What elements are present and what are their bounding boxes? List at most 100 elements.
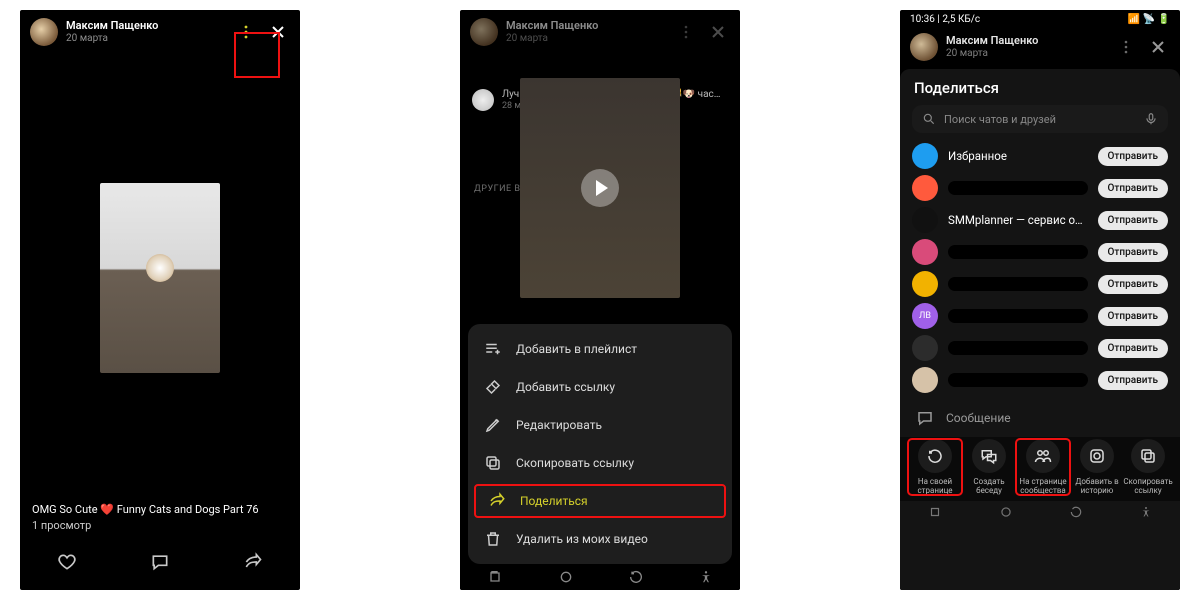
post-date: 20 марта xyxy=(66,33,226,45)
highlight-more-button xyxy=(234,32,280,78)
story-header: Максим Пащенко 20 марта xyxy=(900,25,1180,69)
comment-icon[interactable] xyxy=(150,552,170,572)
search-placeholder: Поиск чатов и друзей xyxy=(944,113,1136,126)
send-button[interactable]: Отправить xyxy=(1098,339,1168,358)
contact-avatar xyxy=(912,239,938,265)
trash-icon xyxy=(484,530,502,548)
action-create-chat[interactable]: Создать беседу xyxy=(962,439,1016,495)
send-button[interactable]: Отправить xyxy=(1098,307,1168,326)
status-bar: 10:36 | 2,5 КБ/с 📶 📡 🔋 xyxy=(900,10,1180,25)
mic-icon[interactable] xyxy=(1144,112,1158,126)
action-own-page[interactable]: На своей странице xyxy=(908,439,962,495)
action-add-story[interactable]: Добавить в историю xyxy=(1070,439,1124,495)
copy-icon xyxy=(1139,447,1157,465)
redacted-name xyxy=(948,309,1088,323)
close-button[interactable] xyxy=(706,20,730,44)
like-icon[interactable] xyxy=(57,552,77,572)
close-icon xyxy=(710,24,726,40)
contact-row[interactable]: Отправить xyxy=(912,175,1168,201)
message-input[interactable]: Сообщение xyxy=(900,399,1180,437)
search-icon xyxy=(922,112,936,126)
menu-share[interactable]: Поделиться xyxy=(472,482,728,520)
more-vertical-icon xyxy=(1118,39,1134,55)
author-name[interactable]: Максим Пащенко xyxy=(66,19,226,32)
comment-icon xyxy=(916,409,934,427)
contact-row[interactable]: ЛВОтправить xyxy=(912,303,1168,329)
send-button[interactable]: Отправить xyxy=(1098,275,1168,294)
accessibility-icon[interactable] xyxy=(1140,506,1152,518)
contact-name: Избранное xyxy=(948,149,1088,163)
contact-row[interactable]: Отправить xyxy=(912,239,1168,265)
video-area[interactable] xyxy=(20,54,300,502)
screenshot-1: Максим Пащенко 20 марта OMG So Cute ❤️ F… xyxy=(20,10,300,590)
group-icon xyxy=(1034,447,1052,465)
more-vertical-icon xyxy=(678,24,694,40)
menu-add-link[interactable]: Добавить ссылку xyxy=(468,368,732,406)
contact-avatar xyxy=(912,367,938,393)
send-button[interactable]: Отправить xyxy=(1098,147,1168,166)
recents-icon[interactable] xyxy=(487,569,503,585)
contact-avatar xyxy=(912,175,938,201)
home-icon[interactable] xyxy=(558,569,574,585)
author-name[interactable]: Максим Пащенко xyxy=(946,34,1106,47)
contact-list: ИзбранноеОтправитьОтправитьSMMplanner — … xyxy=(900,143,1180,399)
close-button[interactable] xyxy=(1146,35,1170,59)
avatar[interactable] xyxy=(910,33,938,61)
back-icon[interactable] xyxy=(1069,505,1083,519)
clock: 10:36 xyxy=(910,14,935,25)
contact-row[interactable]: Отправить xyxy=(912,367,1168,393)
net-speed: 2,5 КБ/с xyxy=(942,14,980,25)
view-count: 1 просмотр xyxy=(32,519,288,532)
home-icon[interactable] xyxy=(999,505,1013,519)
post-date: 20 марта xyxy=(506,33,666,45)
search-input[interactable]: Поиск чатов и друзей xyxy=(912,105,1168,133)
android-nav-bar xyxy=(900,501,1180,523)
action-community-page[interactable]: На странице сообщества xyxy=(1016,439,1070,495)
send-button[interactable]: Отправить xyxy=(1098,371,1168,390)
copy-icon xyxy=(484,454,502,472)
recents-icon[interactable] xyxy=(928,505,942,519)
more-options-button[interactable] xyxy=(1114,35,1138,59)
android-nav-bar xyxy=(460,564,740,590)
post-date: 20 марта xyxy=(946,48,1106,60)
refresh-icon xyxy=(926,447,944,465)
send-button[interactable]: Отправить xyxy=(1098,211,1168,230)
screenshot-3: 10:36 | 2,5 КБ/с 📶 📡 🔋 Максим Пащенко 20… xyxy=(900,10,1180,590)
contact-avatar xyxy=(912,271,938,297)
video-preview[interactable] xyxy=(520,78,680,298)
playlist-add-icon xyxy=(484,340,502,358)
story-header: Максим Пащенко 20 марта xyxy=(460,10,740,54)
action-copy-link[interactable]: Скопировать ссылку xyxy=(1124,439,1172,495)
contact-row[interactable]: Избранное Отправить xyxy=(912,143,1168,169)
contact-avatar xyxy=(912,207,938,233)
avatar[interactable] xyxy=(30,18,58,46)
contact-avatar xyxy=(912,335,938,361)
options-sheet: Добавить в плейлист Добавить ссылку Реда… xyxy=(468,324,732,564)
send-button[interactable]: Отправить xyxy=(1098,179,1168,198)
status-icons: 📶 📡 🔋 xyxy=(1128,14,1170,25)
share-icon xyxy=(488,492,506,510)
menu-add-to-playlist[interactable]: Добавить в плейлист xyxy=(468,330,732,368)
back-icon[interactable] xyxy=(628,569,644,585)
close-icon xyxy=(1150,39,1166,55)
redacted-name xyxy=(948,181,1088,195)
redacted-name xyxy=(948,341,1088,355)
play-icon xyxy=(596,180,608,196)
share-title: Поделиться xyxy=(900,69,1180,105)
share-icon[interactable] xyxy=(243,552,263,572)
menu-copy-link[interactable]: Скопировать ссылку xyxy=(468,444,732,482)
video-thumbnail xyxy=(100,183,220,373)
contact-row[interactable]: Отправить xyxy=(912,271,1168,297)
author-name[interactable]: Максим Пащенко xyxy=(506,19,666,32)
contact-avatar xyxy=(912,143,938,169)
send-button[interactable]: Отправить xyxy=(1098,243,1168,262)
contact-row[interactable]: SMMplanner — сервис отло…Отправить xyxy=(912,207,1168,233)
play-button[interactable] xyxy=(581,169,619,207)
menu-edit[interactable]: Редактировать xyxy=(468,406,732,444)
contact-row[interactable]: Отправить xyxy=(912,335,1168,361)
accessibility-icon[interactable] xyxy=(699,570,713,584)
more-options-button[interactable] xyxy=(674,20,698,44)
avatar[interactable] xyxy=(470,18,498,46)
story-icon xyxy=(1088,447,1106,465)
menu-delete[interactable]: Удалить из моих видео xyxy=(468,520,732,558)
